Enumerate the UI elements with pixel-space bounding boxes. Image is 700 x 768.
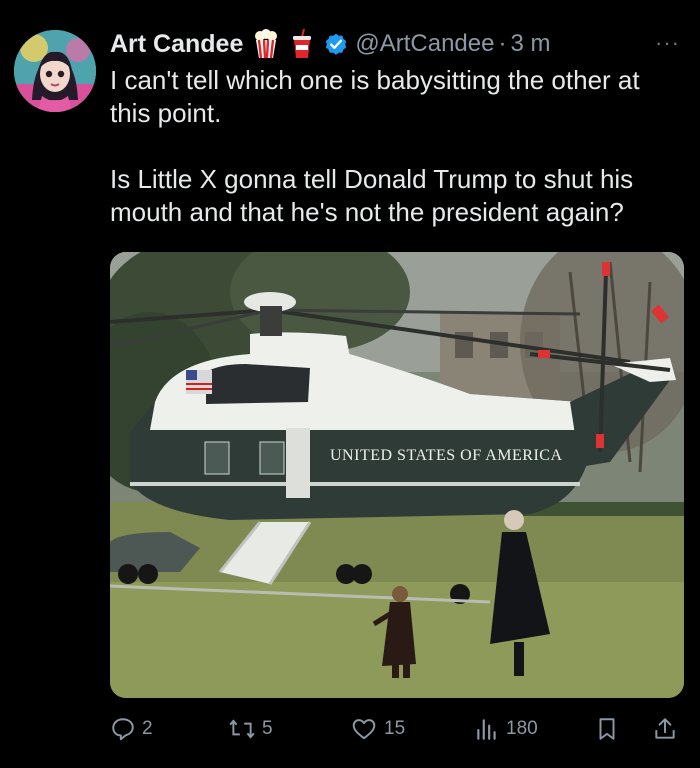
tweet-paragraph-2: Is Little X gonna tell Donald Trump to s… — [110, 164, 634, 227]
repost-icon — [229, 719, 255, 739]
repost-button[interactable]: 5 — [228, 712, 273, 746]
avatar[interactable] — [14, 30, 96, 112]
action-bar: 2 5 15 180 — [110, 712, 684, 746]
tweet-paragraph-1: I can't tell which one is babysitting th… — [110, 65, 640, 128]
tweet-photo[interactable]: UNITED STATES OF AMERICA — [110, 252, 684, 698]
soda-cup-icon — [289, 29, 315, 59]
display-name[interactable]: Art Candee — [110, 30, 243, 59]
author-handle[interactable]: @ArtCandee — [355, 30, 494, 58]
avatar-illustration — [14, 30, 96, 112]
more-options-button[interactable]: ··· — [655, 30, 680, 56]
bookmark-button[interactable] — [594, 712, 620, 746]
reply-button[interactable]: 2 — [110, 712, 153, 746]
verified-badge-icon — [323, 31, 349, 57]
like-button[interactable]: 15 — [350, 712, 405, 746]
share-icon — [655, 718, 675, 739]
like-count: 15 — [384, 718, 406, 739]
view-count: 180 — [506, 718, 538, 739]
post-time[interactable]: 3 m — [510, 30, 550, 58]
helicopter-photo: UNITED STATES OF AMERICA — [110, 252, 684, 698]
share-button[interactable] — [652, 712, 678, 746]
tweet: Art Candee @ArtCandee · 3 m ··· I can't … — [0, 0, 700, 768]
helicopter-lettering: UNITED STATES OF AMERICA — [330, 447, 563, 464]
tweet-header: Art Candee @ArtCandee · 3 m ··· — [110, 28, 680, 60]
heart-icon — [352, 719, 376, 740]
reply-count: 2 — [142, 718, 153, 739]
reply-icon — [112, 718, 134, 741]
popcorn-icon — [253, 29, 279, 59]
repost-count: 5 — [262, 718, 273, 739]
bookmark-icon — [599, 718, 615, 740]
separator-dot: · — [498, 30, 507, 57]
tweet-text: I can't tell which one is babysitting th… — [110, 64, 685, 229]
views-chart-icon — [477, 719, 496, 740]
views-button[interactable]: 180 — [474, 712, 538, 746]
